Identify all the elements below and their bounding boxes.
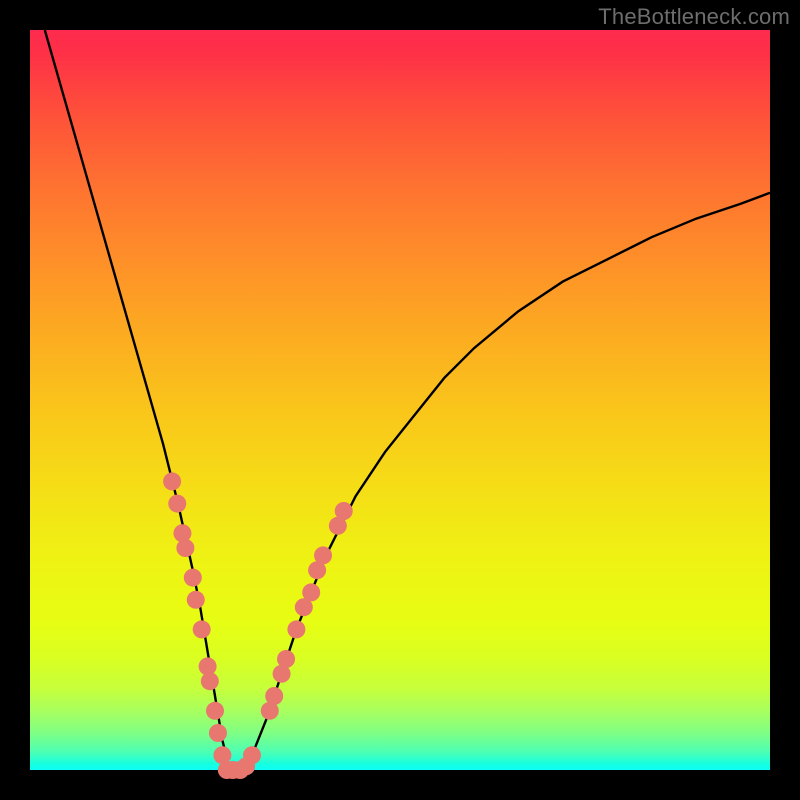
sample-point xyxy=(206,702,224,720)
sample-point xyxy=(314,546,332,564)
sample-point xyxy=(184,569,202,587)
bottleneck-curve xyxy=(45,30,770,770)
sample-point xyxy=(176,539,194,557)
sample-point xyxy=(193,620,211,638)
sample-point xyxy=(277,650,295,668)
sample-point xyxy=(168,495,186,513)
sample-point xyxy=(163,472,181,490)
sample-point xyxy=(201,672,219,690)
sample-point xyxy=(302,583,320,601)
chart-frame: TheBottleneck.com xyxy=(0,0,800,800)
sample-point xyxy=(173,524,191,542)
sample-point xyxy=(287,620,305,638)
sample-points-group xyxy=(163,472,353,779)
sample-point xyxy=(187,591,205,609)
sample-point xyxy=(265,687,283,705)
sample-point xyxy=(335,502,353,520)
sample-point xyxy=(243,746,261,764)
plot-area xyxy=(30,30,770,770)
watermark-text: TheBottleneck.com xyxy=(598,4,790,30)
sample-point xyxy=(209,724,227,742)
curve-layer xyxy=(30,30,770,770)
